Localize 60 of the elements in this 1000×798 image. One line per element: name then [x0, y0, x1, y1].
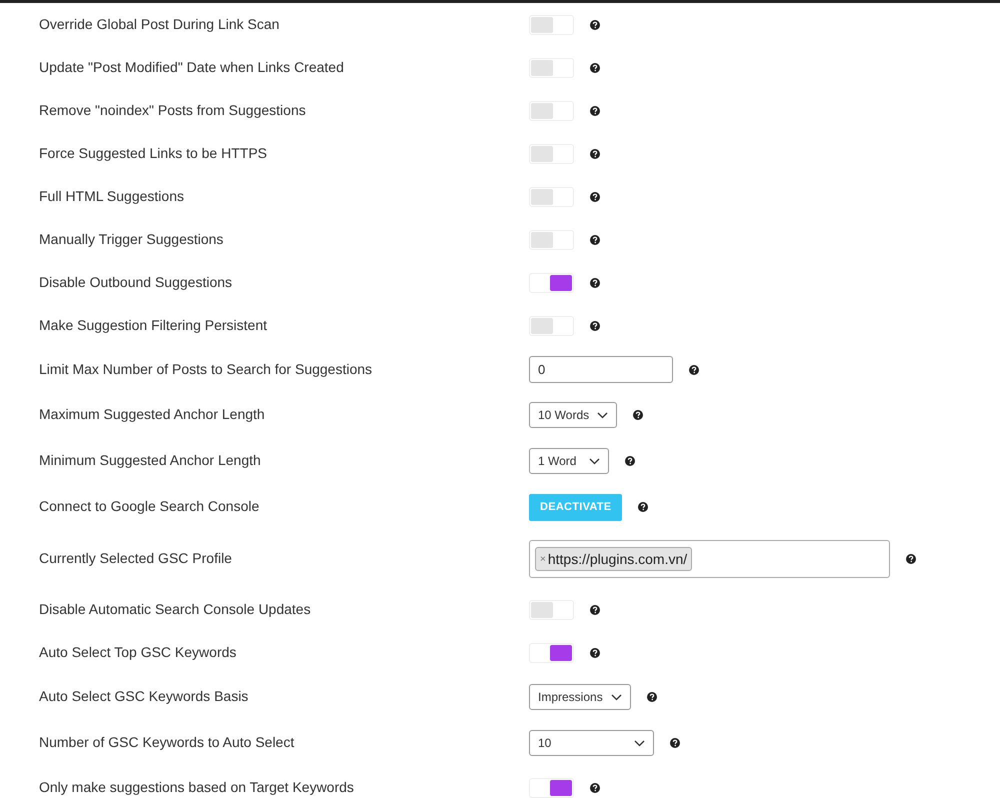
- help-icon[interactable]: [590, 192, 600, 202]
- help-icon[interactable]: [633, 410, 644, 420]
- help-icon[interactable]: [646, 692, 657, 702]
- chevron-down-icon: [634, 740, 645, 746]
- help-icon[interactable]: [590, 20, 600, 30]
- toggle-switch[interactable]: [529, 316, 574, 336]
- setting-label: Auto Select GSC Keywords Basis: [39, 688, 248, 704]
- profile-tag-field[interactable]: ×https://plugins.com.vn/: [529, 540, 890, 578]
- help-icon[interactable]: [590, 604, 600, 614]
- select-dropdown[interactable]: 1 Word: [529, 448, 609, 474]
- help-icon[interactable]: [590, 648, 600, 658]
- toggle-switch[interactable]: [529, 642, 574, 662]
- profile-tag[interactable]: ×https://plugins.com.vn/: [535, 547, 692, 571]
- setting-label: Make Suggestion Filtering Persistent: [39, 316, 267, 332]
- toggle-switch[interactable]: [529, 272, 574, 292]
- select-dropdown[interactable]: 10: [529, 730, 654, 756]
- setting-label: Update "Post Modified" Date when Links Created: [39, 58, 344, 74]
- select-dropdown[interactable]: 10 Words: [529, 402, 618, 428]
- help-icon[interactable]: [590, 62, 600, 72]
- toggle-switch[interactable]: [529, 100, 574, 120]
- toggle-switch[interactable]: [529, 186, 574, 206]
- setting-label: Remove "noindex" Posts from Suggestions: [39, 102, 306, 118]
- toggle-switch[interactable]: [529, 14, 574, 34]
- chevron-down-icon: [610, 694, 622, 700]
- chevron-down-icon: [589, 458, 600, 464]
- setting-label: Manually Trigger Suggestions: [39, 230, 224, 246]
- setting-label: Override Global Post During Link Scan: [39, 16, 280, 32]
- setting-label: Full HTML Suggestions: [39, 188, 184, 204]
- setting-label: Force Suggested Links to be HTTPS: [39, 144, 267, 160]
- setting-label: Auto Select Top GSC Keywords: [39, 644, 236, 660]
- help-icon[interactable]: [590, 148, 600, 158]
- toggle-switch[interactable]: [529, 778, 574, 798]
- toggle-switch[interactable]: [529, 144, 574, 164]
- help-icon[interactable]: [638, 502, 648, 512]
- help-icon[interactable]: [590, 234, 600, 244]
- help-icon[interactable]: [590, 320, 600, 330]
- toggle-switch[interactable]: [529, 230, 574, 250]
- help-icon[interactable]: [590, 782, 600, 792]
- help-icon[interactable]: [625, 456, 635, 466]
- chevron-down-icon: [597, 412, 608, 418]
- setting-label: Maximum Suggested Anchor Length: [39, 406, 265, 422]
- setting-label: Connect to Google Search Console: [39, 498, 260, 514]
- select-dropdown[interactable]: Impressions: [529, 684, 631, 710]
- setting-label: Number of GSC Keywords to Auto Select: [39, 734, 294, 750]
- setting-label: Limit Max Number of Posts to Search for Suggestions: [39, 360, 372, 376]
- toggle-switch[interactable]: [529, 58, 574, 78]
- help-icon[interactable]: [590, 106, 600, 116]
- setting-label: Minimum Suggested Anchor Length: [39, 452, 261, 468]
- help-icon[interactable]: [689, 364, 699, 374]
- tag-text: https://plugins.com.vn/: [548, 550, 688, 569]
- setting-label: Only make suggestions based on Target Keywords: [39, 778, 354, 794]
- setting-label: Currently Selected GSC Profile: [39, 550, 232, 566]
- help-icon[interactable]: [670, 738, 680, 748]
- help-icon[interactable]: [590, 278, 600, 288]
- help-icon[interactable]: [906, 554, 916, 564]
- setting-label: Disable Automatic Search Console Updates: [39, 600, 311, 616]
- number-field[interactable]: 0: [529, 356, 673, 383]
- setting-label: Disable Outbound Suggestions: [39, 274, 232, 290]
- remove-tag-icon[interactable]: ×: [540, 552, 546, 566]
- toggle-switch[interactable]: [529, 600, 574, 620]
